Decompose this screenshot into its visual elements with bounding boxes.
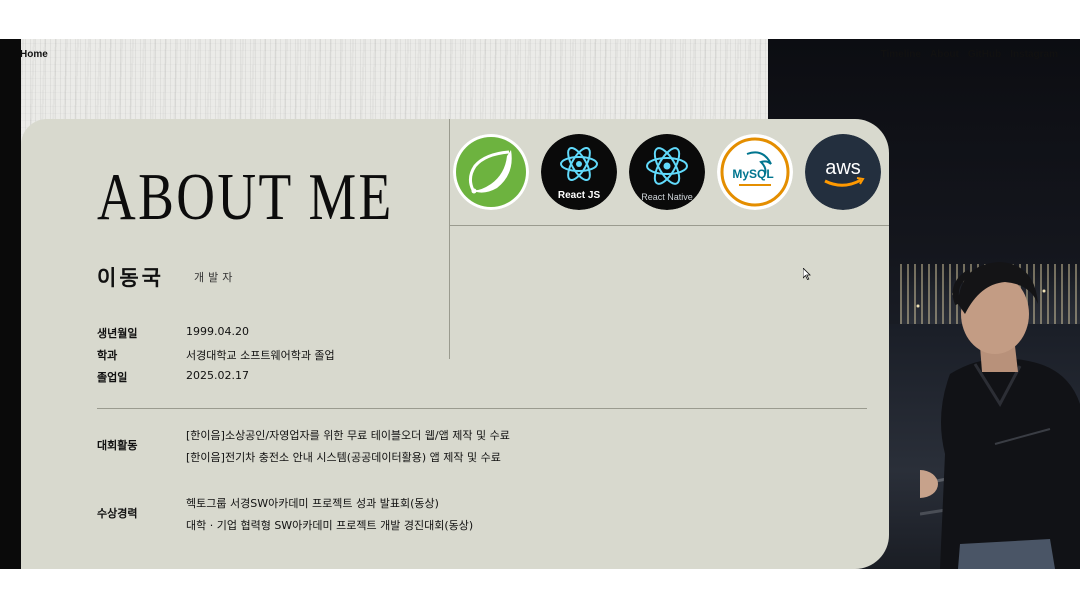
react-native-icon: React Native [629, 134, 705, 210]
info-value: 서경대학교 소프트웨어학과 졸업 [186, 349, 335, 362]
profile-role: 개발자 [194, 271, 237, 284]
aws-icon: aws [805, 134, 881, 210]
awards-label: 수상경력 [97, 507, 138, 520]
left-dark-strip [0, 39, 21, 569]
aws-label: aws [825, 157, 861, 179]
activity-item: [한이음]전기차 충전소 안내 시스템(공공데이터활용) 앱 제작 및 수료 [186, 451, 501, 464]
mysql-label: MySQL [732, 167, 773, 181]
award-item: 헥토그룹 서경SW아카데미 프로젝트 성과 발표회(동상) [186, 497, 439, 510]
nav-link-github[interactable]: GitHub [968, 49, 1001, 60]
react-js-icon: React JS [541, 134, 617, 210]
logo-divider [450, 225, 889, 226]
activities-label: 대회활동 [97, 439, 138, 452]
info-label: 생년월일 [97, 327, 138, 340]
award-item: 대학 · 기업 협력형 SW아카데미 프로젝트 개발 경진대회(동상) [186, 519, 474, 532]
about-card: ABOUT ME React JS React Native MySQL aws… [21, 119, 889, 569]
top-nav: Timeline About GitHub Instagram [881, 49, 1058, 60]
nav-link-about[interactable]: About [930, 49, 959, 60]
mysql-icon: MySQL [717, 134, 793, 210]
person-photo [920, 262, 1080, 569]
activity-item: [한이음]소상공인/자영업자를 위한 무료 테이블오더 웹/앱 제작 및 수료 [186, 429, 510, 442]
nav-link-timeline[interactable]: Timeline [881, 49, 921, 60]
info-value: 1999.04.20 [186, 325, 249, 338]
mouse-cursor-icon [803, 268, 811, 280]
nav-home-link[interactable]: Home [20, 49, 48, 60]
react-native-label: React Native [641, 192, 693, 202]
profile-name: 이동국 [97, 266, 164, 290]
tech-stack-logos: React JS React Native MySQL aws [453, 134, 881, 210]
nav-link-instagram[interactable]: Instagram [1010, 49, 1058, 60]
vertical-divider [449, 119, 450, 359]
info-label: 졸업일 [97, 371, 128, 384]
spring-icon [453, 134, 529, 210]
section-divider [97, 408, 867, 409]
info-label: 학과 [97, 349, 118, 362]
info-value: 2025.02.17 [186, 369, 249, 382]
page-title: ABOUT ME [97, 160, 394, 234]
react-js-label: React JS [558, 190, 601, 201]
